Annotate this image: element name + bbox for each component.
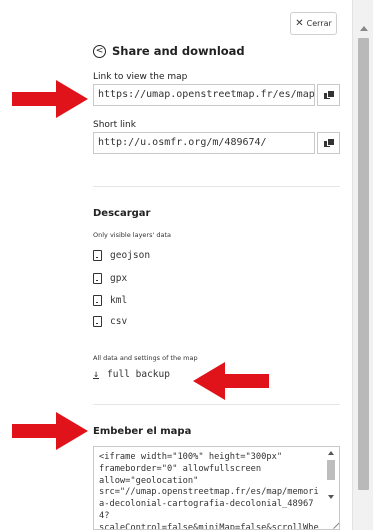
annotation-arrow-link [12, 80, 88, 118]
panel-header: < Share and download [93, 44, 245, 58]
scroll-thumb[interactable] [358, 38, 369, 490]
embed-scrollbar[interactable] [325, 448, 337, 526]
copy-short-link-button[interactable] [317, 132, 340, 154]
short-link-label: Short link [93, 120, 136, 130]
download-gpx-link[interactable]: gpx [93, 273, 127, 284]
map-link-input[interactable]: https://umap.openstreetmap.fr/es/map/mem… [93, 84, 315, 106]
all-data-note: All data and settings of the map [93, 354, 198, 362]
download-format-label: csv [110, 316, 128, 327]
download-icon: ↓ [93, 369, 100, 380]
embed-section-title: Embeber el mapa [93, 426, 192, 437]
scroll-down-icon [328, 495, 334, 499]
close-icon: ✕ [295, 18, 304, 29]
download-format-label: gpx [110, 273, 128, 284]
copy-map-link-button[interactable] [317, 84, 340, 106]
scroll-up-icon [328, 451, 334, 455]
download-geojson-link[interactable]: geojson [93, 250, 150, 261]
download-csv-link[interactable]: csv [93, 316, 127, 327]
download-section-title: Descargar [93, 208, 151, 219]
full-backup-label: full backup [107, 369, 170, 380]
file-download-icon [93, 316, 102, 327]
close-button-label: Cerrar [306, 19, 332, 28]
map-link-label: Link to view the map [93, 72, 188, 82]
download-kml-link[interactable]: kml [93, 295, 127, 306]
close-button[interactable]: ✕ Cerrar [290, 12, 337, 35]
divider [93, 404, 340, 405]
panel-title: Share and download [112, 44, 245, 58]
short-link-input[interactable]: http://u.osmfr.org/m/489674/ [93, 132, 315, 154]
panel-scrollbar[interactable] [352, 0, 373, 530]
visible-layers-note: Only visible layers' data [93, 231, 171, 239]
embed-code-textarea[interactable]: <iframe width="100%" height="300px" fram… [93, 446, 340, 530]
share-icon: < [93, 44, 106, 58]
scroll-thumb[interactable] [327, 460, 335, 480]
download-format-label: geojson [110, 250, 151, 261]
file-download-icon [93, 250, 102, 261]
annotation-arrow-backup [193, 362, 269, 400]
annotation-arrow-embed [12, 412, 88, 450]
download-format-label: kml [110, 295, 128, 306]
file-download-icon [93, 273, 102, 284]
scroll-up-icon [360, 26, 368, 31]
divider [93, 186, 340, 187]
file-download-icon [93, 295, 102, 306]
full-backup-link[interactable]: ↓ full backup [93, 369, 170, 380]
